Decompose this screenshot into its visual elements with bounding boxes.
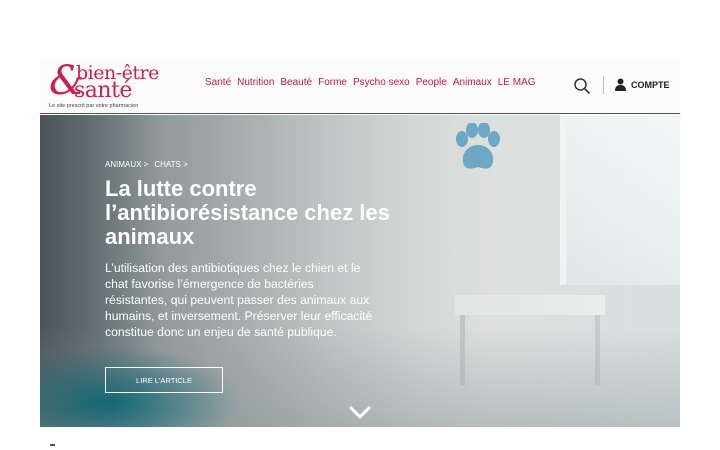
nav-item-forme[interactable]: Forme: [318, 77, 347, 88]
article-title: La lutte contre l’antibiorésistance chez…: [105, 176, 390, 249]
nav-item-animaux[interactable]: Animaux: [453, 77, 492, 88]
account-button[interactable]: COMPTE: [615, 78, 670, 91]
breadcrumb-item-chats[interactable]: CHATS >: [154, 160, 187, 169]
user-icon: [615, 78, 626, 91]
breadcrumb-item-animaux[interactable]: ANIMAUX >: [105, 160, 148, 169]
logo-tagline: Le site prescrit par votre pharmacien: [49, 103, 139, 109]
nav-item-beaute[interactable]: Beauté: [280, 77, 312, 88]
read-article-button[interactable]: LIRE L'ARTICLE: [105, 367, 223, 393]
brand-logo[interactable]: & bien-être santé Le site prescrit par v…: [49, 59, 184, 111]
main-nav: Santé Nutrition Beauté Forme Psycho sexo…: [205, 77, 536, 88]
header-divider: [603, 76, 604, 94]
article-lead: L’utilisation des antibiotiques chez le …: [105, 261, 373, 339]
hero-banner: ANIMAUX > CHATS > La lutte contre l’anti…: [40, 115, 680, 427]
site-header: & bien-être santé Le site prescrit par v…: [40, 57, 680, 114]
logo-line-2: santé: [74, 78, 132, 103]
search-icon: [574, 78, 590, 94]
page-frame: & bien-être santé Le site prescrit par v…: [40, 57, 680, 427]
breadcrumb: ANIMAUX > CHATS >: [105, 160, 188, 169]
account-label: COMPTE: [631, 79, 670, 90]
nav-item-sante[interactable]: Santé: [205, 77, 231, 88]
nav-item-nutrition[interactable]: Nutrition: [237, 77, 274, 88]
nav-item-psycho-sexo[interactable]: Psycho sexo: [353, 77, 410, 88]
search-button[interactable]: [573, 77, 591, 95]
nav-item-people[interactable]: People: [416, 77, 447, 88]
chevron-down-icon[interactable]: [349, 406, 371, 420]
below-fold-mark: [50, 444, 55, 446]
nav-item-le-mag[interactable]: LE MAG: [498, 77, 536, 88]
